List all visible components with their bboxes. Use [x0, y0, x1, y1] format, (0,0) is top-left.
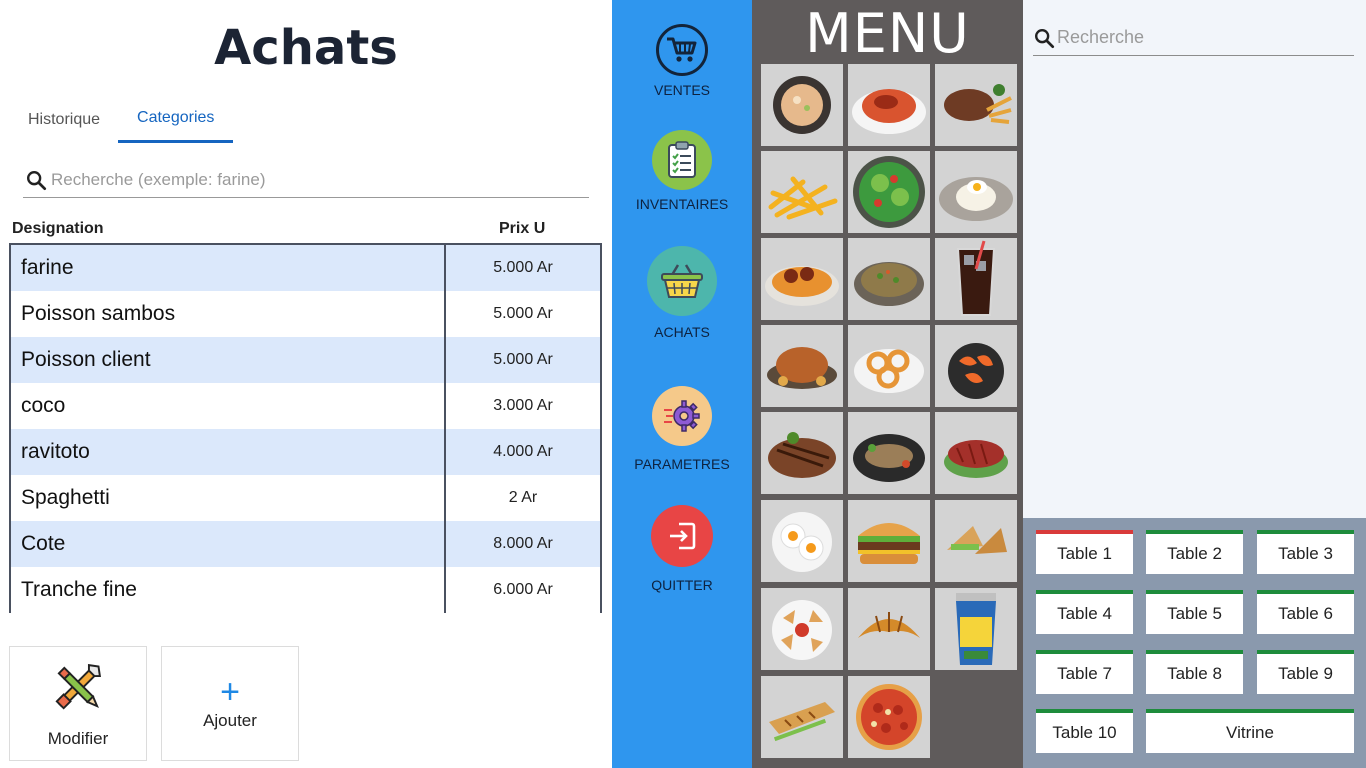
table-button-10[interactable]: Table 10 [1036, 709, 1133, 753]
row-price: 8.000 Ar [493, 535, 553, 552]
row-designation: Spaghetti [11, 475, 446, 521]
category-table: farine 5.000 Ar Poisson sambos 5.000 Ar Po… [9, 243, 602, 613]
search-input[interactable] [1057, 27, 1347, 48]
nav-inventaires[interactable]: INVENTAIRES [612, 130, 752, 212]
nav-label: VENTES [653, 82, 710, 98]
search-icon [1033, 27, 1055, 49]
add-button[interactable]: + Ajouter [161, 646, 299, 761]
menu-item-grilled-steak[interactable] [761, 412, 843, 494]
row-price: 3.000 Ar [493, 397, 553, 414]
table-button-4[interactable]: Table 4 [1036, 590, 1133, 634]
table-row[interactable]: ravitoto 4.000 Ar [11, 429, 600, 475]
menu-item-burger[interactable] [848, 500, 930, 582]
tab-historique[interactable]: Historique [10, 96, 118, 143]
basket-icon [647, 246, 717, 316]
nav-label: INVENTAIRES [635, 196, 729, 212]
menu-item-shrimps[interactable] [935, 325, 1017, 407]
table-row[interactable]: Tranche fine 6.000 Ar [11, 567, 600, 613]
row-designation: Poisson sambos [11, 291, 446, 337]
row-price: 4.000 Ar [493, 443, 553, 460]
nav-label: QUITTER [651, 577, 713, 593]
cart-icon [656, 24, 708, 76]
menu-item-fried-eggs[interactable] [761, 500, 843, 582]
nav-label: ACHATS [654, 324, 710, 340]
table-button-9[interactable]: Table 9 [1257, 650, 1354, 694]
menu-item-pizza[interactable] [848, 676, 930, 758]
search-icon [23, 167, 49, 193]
menu-item-fries[interactable] [761, 151, 843, 233]
order-panel [1023, 0, 1366, 518]
menu-item-samosas[interactable] [761, 588, 843, 670]
table-button-6[interactable]: Table 6 [1257, 590, 1354, 634]
purchases-panel: Achats Historique Categories Designation… [0, 0, 612, 768]
row-designation: Poisson client [11, 337, 446, 383]
nav-quitter[interactable]: QUITTER [612, 505, 752, 593]
category-search [23, 162, 589, 198]
row-price: 5.000 Ar [493, 305, 553, 322]
menu-search [1033, 20, 1354, 56]
menu-item-steak-fries[interactable] [935, 64, 1017, 146]
exit-icon [651, 505, 713, 567]
table-button-5[interactable]: Table 5 [1146, 590, 1243, 634]
menu-item-rice-egg[interactable] [935, 151, 1017, 233]
vitrine-button[interactable]: Vitrine [1146, 709, 1354, 753]
menu-item-fried-rice[interactable] [848, 238, 930, 320]
add-label: Ajouter [203, 710, 257, 730]
menu-item-sliced-beef[interactable] [935, 412, 1017, 494]
clipboard-icon [652, 130, 712, 190]
row-designation: farine [11, 245, 446, 291]
column-header-price: Prix U [499, 220, 546, 237]
menu-title: MENU [805, 2, 970, 65]
nav-ventes[interactable]: VENTES [612, 24, 752, 98]
tables-panel: Table 1 Table 2 Table 3 Table 4 Table 5 … [1023, 518, 1366, 768]
table-button-2[interactable]: Table 2 [1146, 530, 1243, 574]
search-input[interactable] [51, 169, 571, 190]
table-button-3[interactable]: Table 3 [1257, 530, 1354, 574]
nav-parametres[interactable]: PARAMETRES [612, 386, 752, 472]
table-button-7[interactable]: Table 7 [1036, 650, 1133, 694]
row-designation: coco [11, 383, 446, 429]
row-designation: ravitoto [11, 429, 446, 475]
row-price: 6.000 Ar [493, 581, 553, 598]
row-designation: Cote [11, 521, 446, 567]
menu-item-cola[interactable] [935, 238, 1017, 320]
table-row[interactable]: Spaghetti 2 Ar [11, 475, 600, 521]
menu-item-panini[interactable] [761, 676, 843, 758]
menu-item-spaghetti-bolognese[interactable] [848, 64, 930, 146]
gear-icon [652, 386, 712, 446]
menu-item-salad[interactable] [848, 151, 930, 233]
menu-item-spaghetti-meatballs[interactable] [761, 238, 843, 320]
menu-panel: MENU [752, 0, 1023, 768]
tab-categories[interactable]: Categories [118, 96, 234, 143]
menu-item-croissant[interactable] [848, 588, 930, 670]
menu-item-yogurt[interactable] [935, 588, 1017, 670]
table-row[interactable]: Cote 8.000 Ar [11, 521, 600, 567]
table-row[interactable]: Poisson sambos 5.000 Ar [11, 291, 600, 337]
menu-item-soup[interactable] [761, 64, 843, 146]
menu-item-wrap[interactable] [935, 500, 1017, 582]
row-designation: Tranche fine [11, 567, 446, 613]
nav-label: PARAMETRES [634, 456, 730, 472]
row-price: 5.000 Ar [493, 351, 553, 368]
table-row[interactable]: coco 3.000 Ar [11, 383, 600, 429]
plus-icon: + [220, 672, 240, 711]
modify-label: Modifier [47, 729, 109, 748]
table-button-8[interactable]: Table 8 [1146, 650, 1243, 694]
nav-achats[interactable]: ACHATS [612, 246, 752, 340]
table-button-1[interactable]: Table 1 [1036, 530, 1133, 574]
table-row[interactable]: Poisson client 5.000 Ar [11, 337, 600, 383]
tools-icon [49, 658, 107, 721]
row-price: 2 Ar [508, 489, 538, 506]
main-nav: VENTES INVENTAIRES ACHATS PARAMETRES QUI [612, 0, 752, 768]
modify-button[interactable]: Modifier [9, 646, 147, 761]
menu-item-fish-plate[interactable] [848, 412, 930, 494]
page-title: Achats [214, 20, 398, 76]
menu-item-onion-rings[interactable] [848, 325, 930, 407]
menu-item-roast-chicken[interactable] [761, 325, 843, 407]
row-price: 5.000 Ar [493, 259, 553, 276]
table-row[interactable]: farine 5.000 Ar [11, 245, 600, 291]
column-header-designation: Designation [12, 220, 104, 237]
tab-bar: Historique Categories [10, 96, 234, 144]
